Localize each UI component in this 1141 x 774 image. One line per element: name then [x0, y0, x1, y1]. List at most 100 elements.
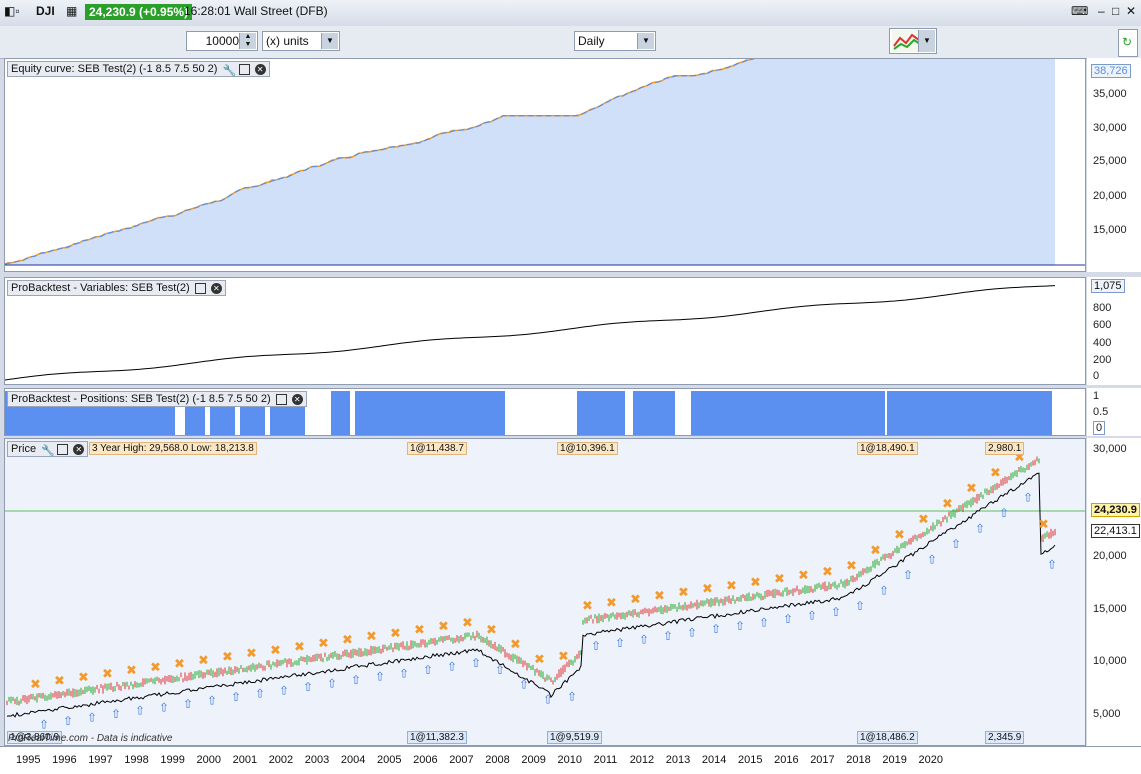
- exit-marker: ✖: [54, 674, 65, 689]
- exit-marker: ✖: [318, 637, 329, 652]
- chevron-down-icon[interactable]: ▼: [918, 30, 935, 52]
- entry-marker: ⇧: [159, 700, 169, 714]
- positions-axis: 1 0.5 0: [1087, 388, 1141, 436]
- x-axis-year: 2004: [340, 754, 366, 766]
- exit-marker: ✖: [150, 660, 161, 675]
- exit-marker: ✖: [126, 664, 137, 679]
- stepper-icon[interactable]: ▲ ▼: [239, 33, 256, 49]
- title-bar: ◧▫ DJI ▦ 24,230.9 (+0.95%) 16:28:01 Wall…: [0, 0, 1141, 27]
- window-icon[interactable]: [194, 282, 206, 294]
- positions-panel[interactable]: ProBacktest - Positions: SEB Test(2) (-1…: [4, 388, 1086, 436]
- x-axis-year: 2019: [882, 754, 907, 766]
- exit-marker: ✖: [702, 582, 713, 597]
- wrench-icon[interactable]: 🔧: [223, 64, 237, 77]
- price-chart: ✖ ⇧ ✖ ⇧ ✖ ⇧ ✖ ⇧ ✖ ⇧ ✖ ⇧ ✖ ⇧ ✖ ⇧ ✖ ⇧ ✖ ⇧ ✖ ⇧ ✖ ⇧ ✖ ⇧ ✖ ⇧ ✖ ⇧ ✖ ⇧ ✖ ⇧ ✖ ⇧ ✖ ⇧ ✖ ⇧…: [5, 451, 1085, 731]
- size-input[interactable]: 10000 ▲ ▼: [186, 31, 258, 51]
- exit-marker: ✖: [462, 616, 473, 631]
- price-tick: 20,000: [1093, 550, 1127, 562]
- units-select[interactable]: (x) units ▼: [262, 31, 340, 51]
- exit-marker: ✖: [30, 677, 41, 692]
- exit-marker: ✖: [774, 572, 785, 587]
- lock-icon[interactable]: ▦: [66, 4, 77, 18]
- entry-marker: ⇧: [399, 666, 409, 680]
- close-icon[interactable]: ✕: [254, 63, 266, 75]
- exit-marker: ✖: [630, 592, 641, 607]
- price-tick: 15,000: [1093, 603, 1127, 615]
- x-axis-year: 2016: [774, 754, 799, 766]
- exit-marker: ✖: [342, 633, 353, 648]
- exit-marker: ✖: [390, 626, 401, 641]
- window-icon[interactable]: [275, 393, 287, 405]
- exit-marker: ✖: [846, 559, 857, 574]
- timeframe-select[interactable]: Daily ▼: [574, 31, 656, 51]
- price-title-text: Price: [11, 443, 37, 455]
- refresh-button[interactable]: ↻: [1118, 29, 1138, 57]
- x-axis-year: 2017: [810, 754, 835, 766]
- position-block: [633, 391, 675, 435]
- symbol-label[interactable]: DJI: [36, 4, 55, 18]
- exit-marker: ✖: [990, 466, 1001, 481]
- variables-panel[interactable]: ProBacktest - Variables: SEB Test(2) ✕: [4, 277, 1086, 385]
- exit-marker: ✖: [726, 579, 737, 594]
- exit-marker: ✖: [822, 565, 833, 580]
- x-axis-year: 2011: [593, 754, 618, 766]
- variables-tick: 0: [1093, 370, 1100, 382]
- variables-tick: 600: [1093, 319, 1112, 331]
- exit-marker: ✖: [198, 653, 209, 668]
- chart-type-button[interactable]: ▼: [889, 28, 937, 54]
- price-panel-title[interactable]: Price 🔧 ✕: [7, 441, 89, 457]
- exit-marker: ✖: [750, 575, 761, 590]
- exit-marker: ✖: [486, 623, 497, 638]
- x-axis-year: 1996: [52, 754, 77, 766]
- entry-marker: ⇧: [87, 710, 97, 724]
- exit-marker: ✖: [366, 630, 377, 645]
- entry-marker: ⇧: [783, 612, 793, 626]
- positions-tick: 0.5: [1093, 406, 1109, 418]
- entry-marker: ⇧: [255, 687, 265, 701]
- close-icon[interactable]: ✕: [1126, 4, 1136, 18]
- variables-title-text: ProBacktest - Variables: SEB Test(2): [11, 282, 190, 294]
- wrench-icon[interactable]: 🔧: [41, 444, 55, 457]
- x-axis-year: 2001: [232, 754, 258, 766]
- positions-tick: 0: [1093, 421, 1106, 435]
- close-icon[interactable]: ✕: [73, 443, 85, 455]
- window-icon[interactable]: [238, 63, 250, 75]
- window-icon[interactable]: [57, 443, 69, 455]
- positions-title-text: ProBacktest - Positions: SEB Test(2) (-1…: [11, 393, 271, 405]
- close-icon[interactable]: ✕: [210, 282, 222, 294]
- time-market-label: 16:28:01 Wall Street (DFB): [184, 4, 328, 18]
- maximize-icon[interactable]: □: [1112, 4, 1119, 18]
- chevron-down-icon[interactable]: ▼: [321, 33, 338, 49]
- variables-panel-title[interactable]: ProBacktest - Variables: SEB Test(2) ✕: [7, 280, 226, 296]
- chevron-down-icon[interactable]: ▼: [637, 33, 654, 49]
- x-axis-year: 2005: [377, 754, 402, 766]
- price-tick: 10,000: [1093, 655, 1127, 667]
- stop-line: [6, 472, 1056, 718]
- entry-marker: ⇧: [807, 609, 817, 623]
- entry-marker: ⇧: [759, 615, 769, 629]
- variables-line: [5, 285, 1056, 381]
- positions-panel-title[interactable]: ProBacktest - Positions: SEB Test(2) (-1…: [7, 391, 307, 407]
- trade-label: 2,980.1: [985, 442, 1025, 455]
- exit-marker: ✖: [678, 586, 689, 601]
- keyboard-icon[interactable]: ⌨: [1071, 4, 1088, 18]
- entry-marker: ⇧: [423, 663, 433, 677]
- entry-marker: ⇧: [975, 522, 985, 536]
- equity-curve-panel[interactable]: Equity curve: SEB Test(2) (-1 8.5 7.5 50…: [4, 58, 1086, 272]
- price-panel[interactable]: ✖ ⇧ ✖ ⇧ ✖ ⇧ ✖ ⇧ ✖ ⇧ ✖ ⇧ ✖ ⇧ ✖ ⇧ ✖ ⇧ ✖ ⇧ ✖ ⇧ ✖ ⇧ ✖ ⇧ ✖ ⇧ ✖ ⇧ ✖ ⇧ ✖ ⇧ ✖ ⇧ ✖ ⇧ ✖ ⇧…: [4, 438, 1086, 746]
- trade-label: 2,345.9: [985, 731, 1025, 744]
- price-axis: 30,000 20,000 15,000 10,000 5,000 24,230…: [1087, 438, 1141, 746]
- window-icon[interactable]: ◧▫: [4, 4, 20, 18]
- exit-marker: ✖: [102, 667, 113, 682]
- watermark: ProRealTime.com - Data is indicative: [8, 733, 173, 744]
- trade-label: 1@11,438.7: [407, 442, 467, 455]
- equity-panel-title[interactable]: Equity curve: SEB Test(2) (-1 8.5 7.5 50…: [7, 61, 270, 77]
- minimize-icon[interactable]: –: [1098, 4, 1105, 18]
- entry-marker: ⇧: [39, 717, 49, 731]
- position-block: [691, 391, 885, 435]
- exit-marker: ✖: [78, 670, 89, 685]
- variables-axis: 1,075 800 600 400 200 0: [1087, 277, 1141, 385]
- x-axis-year: 2010: [557, 754, 582, 766]
- entry-marker: ⇧: [543, 692, 553, 706]
- close-icon[interactable]: ✕: [291, 393, 303, 405]
